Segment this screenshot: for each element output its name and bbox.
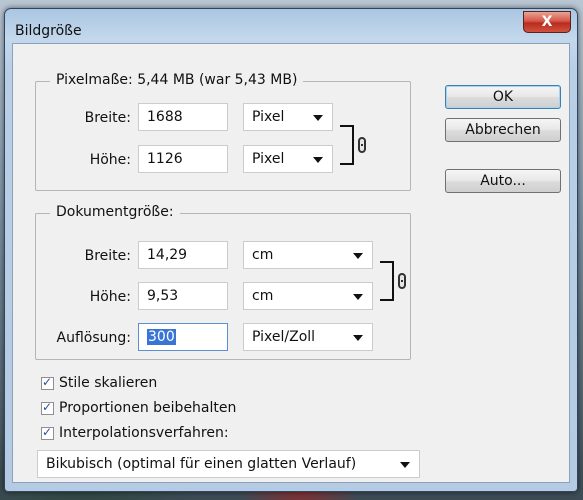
resolution-input[interactable]: 300 — [138, 323, 228, 351]
document-height-input[interactable]: 9,53 — [138, 282, 228, 310]
document-width-label: Breite: — [84, 248, 131, 264]
constrain-proportions-checkbox[interactable] — [41, 400, 54, 415]
resample-option[interactable]: Interpolationsverfahren: — [41, 424, 229, 442]
resample-method-select[interactable]: Bikubisch (optimal für einen glatten Ver… — [37, 450, 420, 478]
cancel-button[interactable]: Abbrechen — [445, 118, 561, 142]
constrain-proportions-option[interactable]: Proportionen beibehalten — [41, 399, 236, 417]
dropdown-arrow-icon — [313, 157, 323, 163]
pixel-link-bracket — [340, 125, 354, 165]
resolution-value-selected: 300 — [147, 329, 176, 345]
title-bar[interactable]: Bildgröße X — [5, 9, 577, 43]
document-height-label: Höhe: — [89, 289, 131, 305]
scale-styles-option[interactable]: Stile skalieren — [41, 374, 157, 392]
dropdown-arrow-icon — [400, 462, 410, 468]
pixel-height-input[interactable]: 1126 — [138, 145, 228, 173]
document-width-unit-value: cm — [252, 247, 274, 263]
resolution-unit-value: Pixel/Zoll — [252, 329, 316, 345]
window-title: Bildgröße — [15, 23, 82, 39]
resolution-label: Auflösung: — [56, 330, 131, 346]
pixel-dimensions-legend: Pixelmaße: 5,44 MB (war 5,43 MB) — [50, 72, 304, 88]
auto-button[interactable]: Auto... — [445, 169, 561, 193]
document-height-unit-value: cm — [252, 288, 274, 304]
dropdown-arrow-icon — [353, 253, 363, 259]
dropdown-arrow-icon — [353, 294, 363, 300]
document-size-group: Dokumentgröße: Breite: 14,29 cm Höhe: 9,… — [35, 204, 411, 360]
document-size-legend: Dokumentgröße: — [50, 204, 180, 220]
document-width-unit-select[interactable]: cm — [243, 241, 373, 269]
pixel-width-label: Breite: — [84, 110, 131, 126]
ok-button[interactable]: OK — [445, 85, 561, 109]
pixel-width-unit-select[interactable]: Pixel — [243, 103, 333, 131]
resample-method-value: Bikubisch (optimal für einen glatten Ver… — [46, 456, 357, 472]
pixel-height-unit-value: Pixel — [252, 151, 285, 167]
dropdown-arrow-icon — [313, 115, 323, 121]
pixel-dimensions-group: Pixelmaße: 5,44 MB (war 5,43 MB) Breite:… — [35, 72, 411, 191]
resample-label: Interpolationsverfahren: — [59, 425, 229, 441]
constrain-proportions-label: Proportionen beibehalten — [59, 400, 237, 416]
resample-checkbox[interactable] — [41, 425, 54, 440]
chain-link-icon[interactable] — [358, 137, 366, 153]
document-width-input[interactable]: 14,29 — [138, 241, 228, 269]
dropdown-arrow-icon — [353, 335, 363, 341]
resolution-unit-select[interactable]: Pixel/Zoll — [243, 323, 373, 351]
close-button[interactable]: X — [523, 11, 571, 33]
chain-link-icon[interactable] — [398, 273, 406, 289]
scale-styles-label: Stile skalieren — [59, 375, 158, 391]
image-size-dialog: Bildgröße X Pixelmaße: 5,44 MB (war 5,43… — [4, 8, 578, 492]
scale-styles-checkbox[interactable] — [41, 375, 54, 390]
pixel-height-label: Höhe: — [89, 152, 131, 168]
pixel-width-unit-value: Pixel — [252, 109, 285, 125]
document-height-unit-select[interactable]: cm — [243, 282, 373, 310]
dialog-body: Pixelmaße: 5,44 MB (war 5,43 MB) Breite:… — [12, 43, 570, 483]
pixel-width-input[interactable]: 1688 — [138, 103, 228, 131]
pixel-height-unit-select[interactable]: Pixel — [243, 145, 333, 173]
document-link-bracket — [380, 261, 394, 301]
